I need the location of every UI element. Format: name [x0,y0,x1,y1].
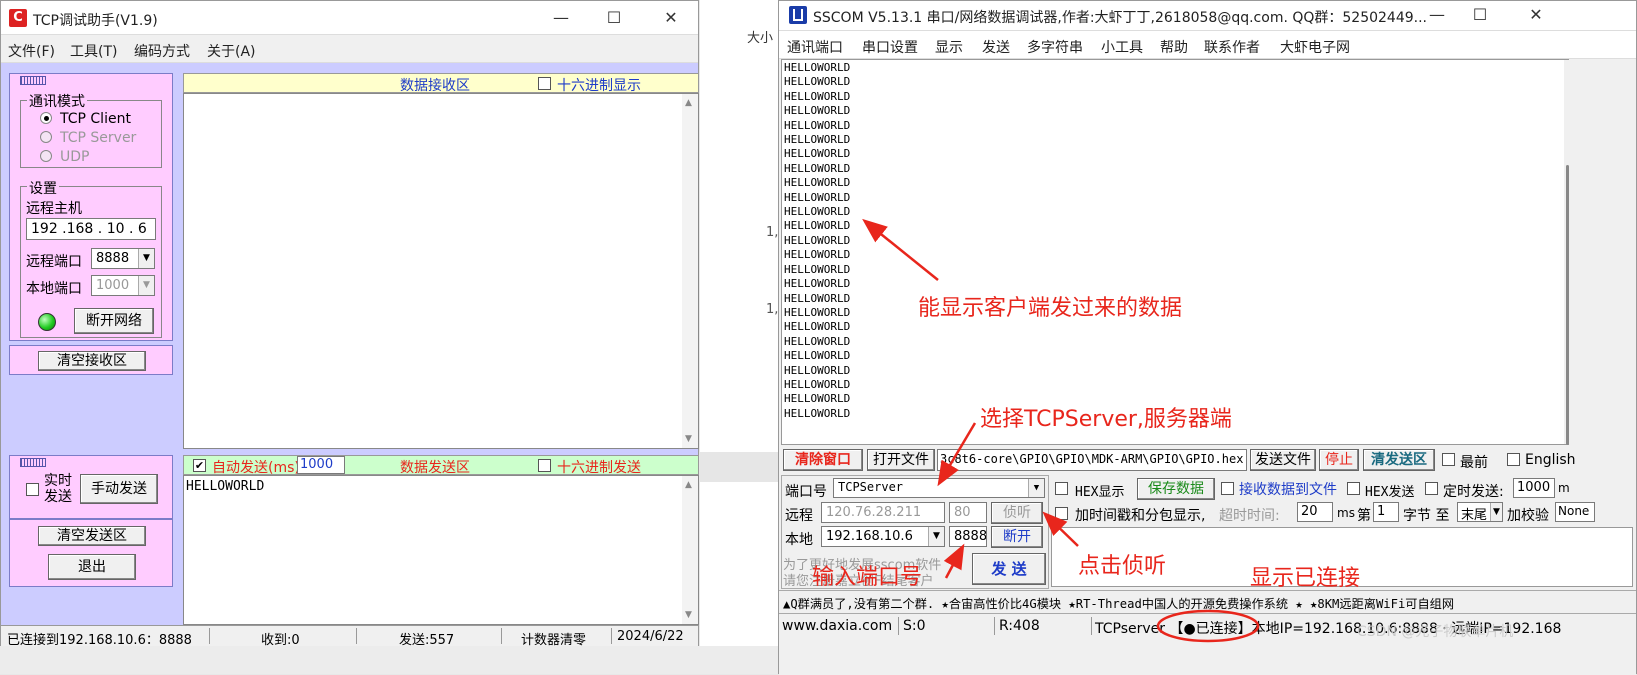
arrow-to-received-data [862,218,939,281]
connected-highlight-ellipse [1156,609,1260,643]
annotation-enter-port: 输入端口号 [812,565,923,590]
annotation-select-tcpserver: 选择TCPServer,服务器端 [980,407,1232,432]
annotation-show-client-data: 能显示客户端发过来的数据 [918,296,1183,321]
arrow-to-listen-button [1042,511,1079,547]
arrow-to-port-select [937,422,977,487]
arrow-to-local-port [943,543,965,579]
annotation-show-connected: 显示已连接 [1250,566,1361,591]
annotation-click-listen: 点击侦听 [1078,554,1167,579]
